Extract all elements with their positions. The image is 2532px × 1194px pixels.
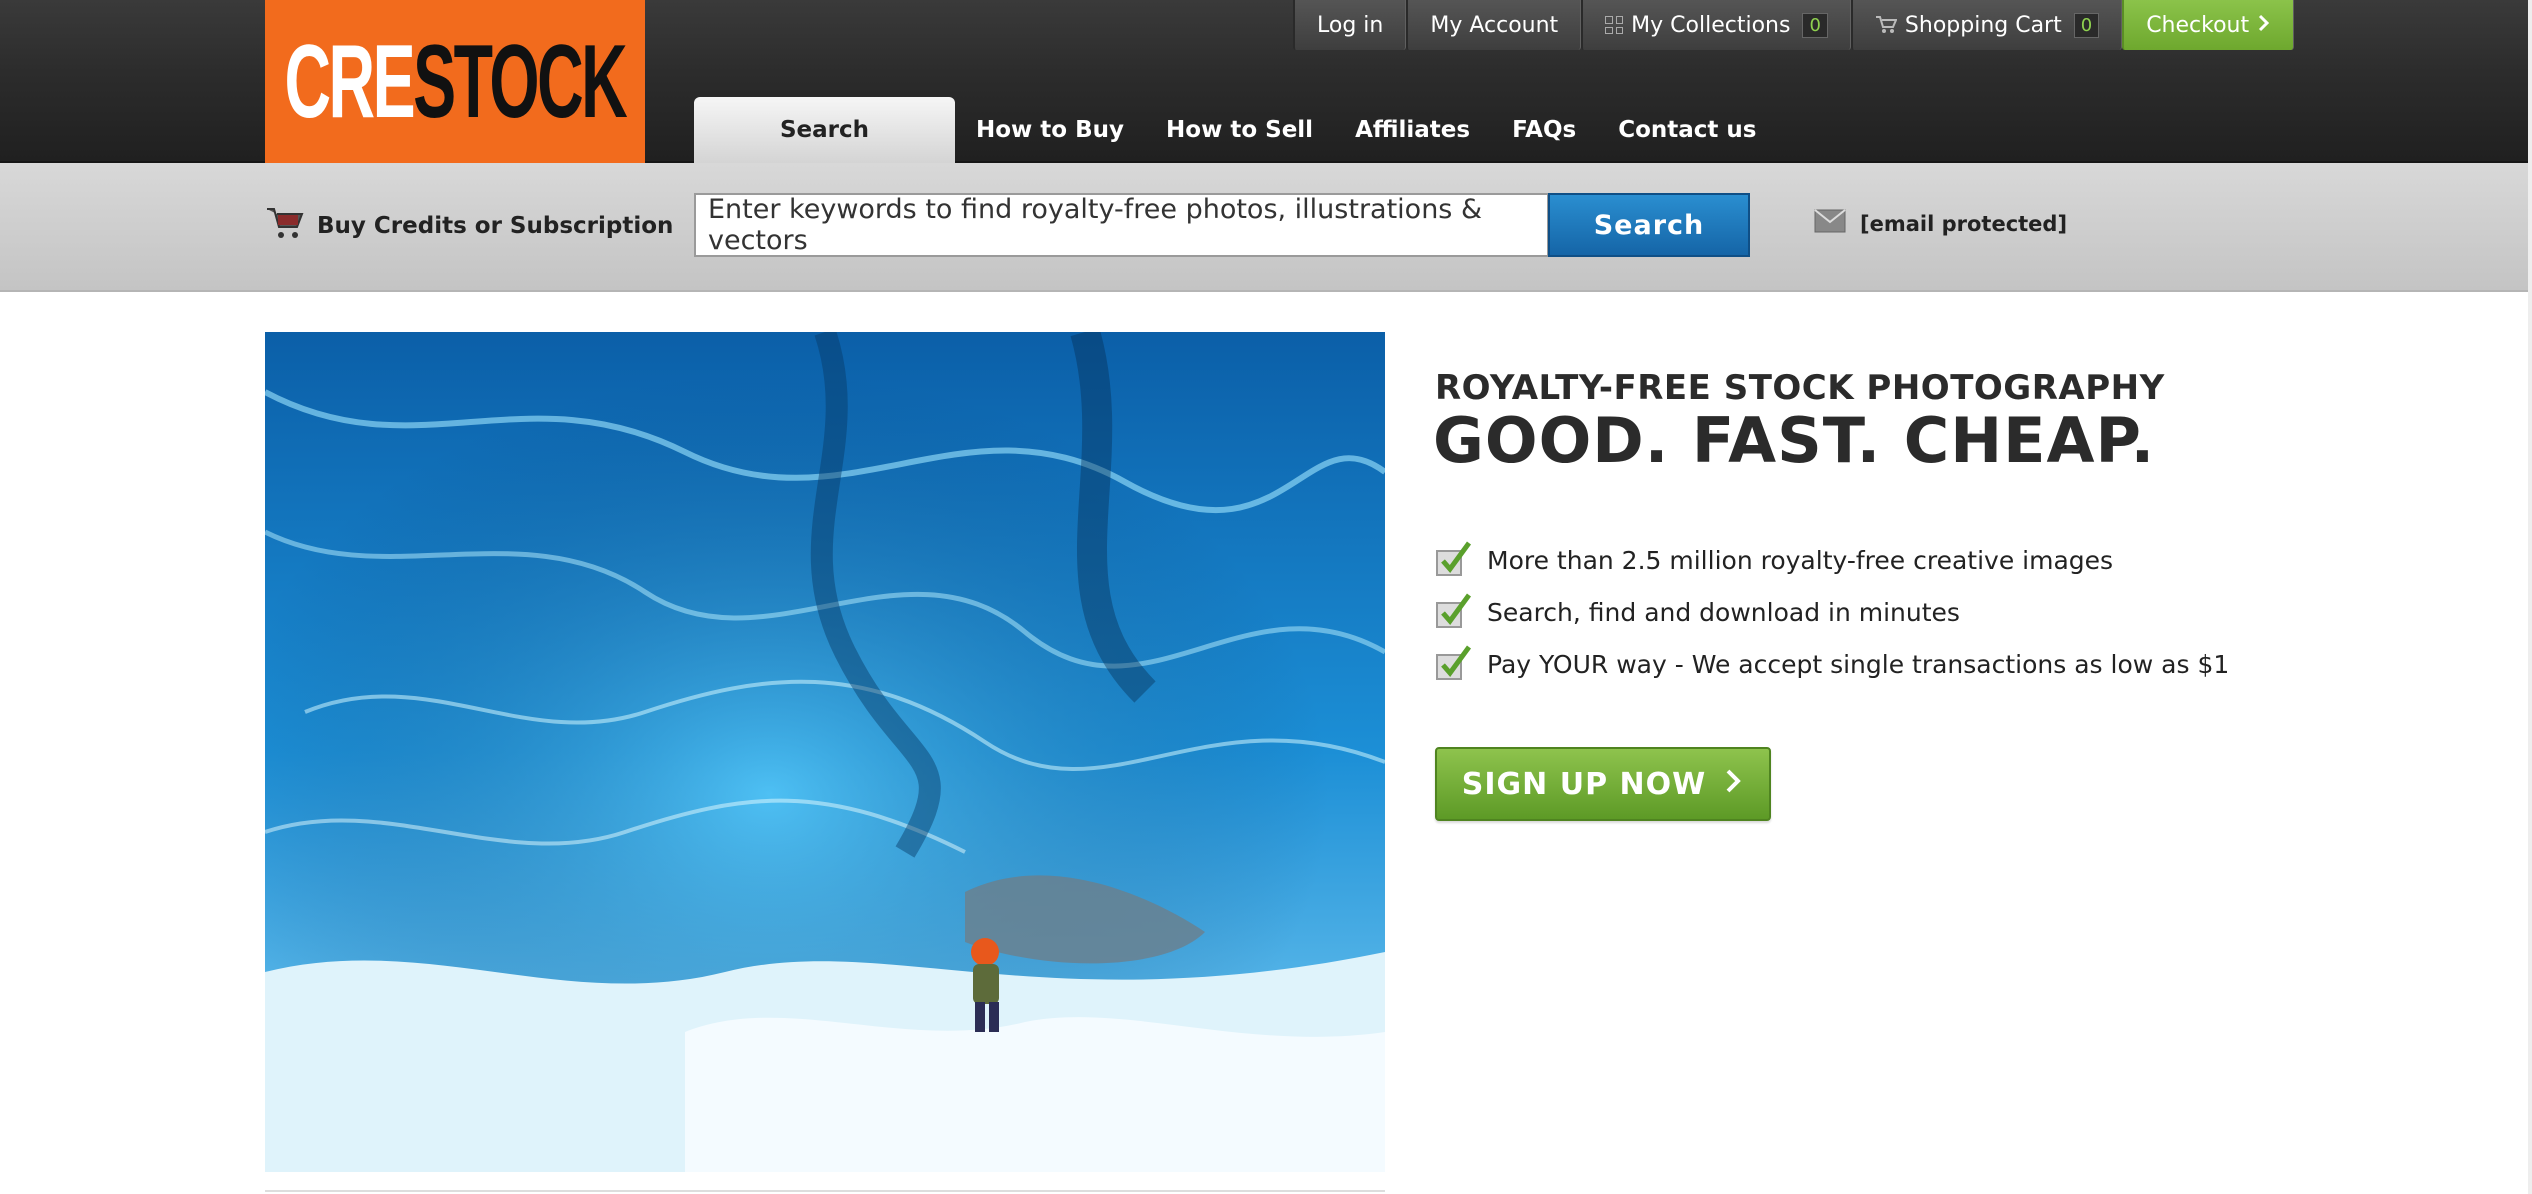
login-link[interactable]: Log in	[1293, 0, 1407, 50]
cart-icon	[1875, 15, 1897, 35]
search-band: Buy Credits or Subscription Enter keywor…	[0, 163, 2532, 292]
tagline-royalty-free: ROYALTY-FREE STOCK PHOTOGRAPHY	[1435, 368, 2165, 408]
logo-wordmark: CRESTOCK	[284, 23, 628, 140]
chevron-right-icon	[1724, 767, 1744, 802]
checkmark-icon	[1435, 541, 1473, 579]
search-button[interactable]: Search	[1548, 193, 1750, 257]
scrollbar[interactable]	[2528, 0, 2532, 1194]
main-nav: Search How to Buy How to Sell Affiliates…	[694, 97, 1778, 163]
crestock-logo[interactable]: CRESTOCK	[265, 0, 645, 163]
feature-list: More than 2.5 million royalty-free creat…	[1435, 534, 2229, 690]
collections-grid-icon	[1605, 16, 1624, 34]
collections-count-badge: 0	[1802, 12, 1828, 38]
shopping-basket-icon	[265, 205, 305, 247]
account-toolbar: Log in My Account My Collections 0 Shopp…	[1293, 0, 2295, 50]
list-item: More than 2.5 million royalty-free creat…	[1435, 534, 2229, 586]
tab-affiliates[interactable]: Affiliates	[1334, 97, 1491, 163]
tab-search[interactable]: Search	[694, 97, 955, 163]
my-account-link[interactable]: My Account	[1406, 0, 1582, 50]
tab-contact-us[interactable]: Contact us	[1597, 97, 1777, 163]
checkmark-icon	[1435, 645, 1473, 683]
tab-how-to-sell[interactable]: How to Sell	[1145, 97, 1334, 163]
chevron-right-icon	[2257, 13, 2271, 38]
tab-faqs[interactable]: FAQs	[1491, 97, 1597, 163]
tab-how-to-buy[interactable]: How to Buy	[955, 97, 1145, 163]
list-item: Search, find and download in minutes	[1435, 586, 2229, 638]
search-input[interactable]: Enter keywords to find royalty-free phot…	[694, 193, 1549, 257]
site-header: CRESTOCK Log in My Account My Collection…	[0, 0, 2532, 163]
my-collections-link[interactable]: My Collections 0	[1581, 0, 1851, 50]
envelope-icon	[1814, 209, 1846, 238]
sign-up-button[interactable]: SIGN UP NOW	[1435, 747, 1771, 821]
tagline-good-fast-cheap: GOOD. FAST. CHEAP.	[1433, 404, 2156, 477]
email-link[interactable]: [email protected]	[1814, 209, 2067, 238]
checkout-button[interactable]: Checkout	[2122, 0, 2295, 50]
list-item: Pay YOUR way - We accept single transact…	[1435, 638, 2229, 690]
checkmark-icon	[1435, 593, 1473, 631]
buy-credits-link[interactable]: Buy Credits or Subscription	[265, 205, 673, 247]
shopping-cart-link[interactable]: Shopping Cart 0	[1850, 0, 2123, 50]
cart-count-badge: 0	[2073, 12, 2100, 38]
hero-image-ice-cave[interactable]	[265, 332, 1385, 1172]
hero-divider	[265, 1190, 1385, 1192]
